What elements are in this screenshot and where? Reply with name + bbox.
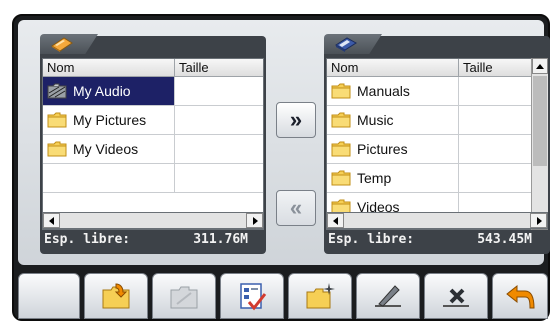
delete-button[interactable] xyxy=(424,273,488,319)
right-row-music[interactable]: Music xyxy=(327,106,547,135)
right-row-name-cell: Manuals xyxy=(327,77,459,105)
right-free-space: Esp. libre: 543.45M xyxy=(328,232,546,250)
left-row-size-cell xyxy=(175,164,263,192)
left-header-size[interactable]: Taille xyxy=(175,59,263,76)
file-manager-window: Nom Taille My Audio My Pictures My Video… xyxy=(12,14,550,321)
left-row-label: My Videos xyxy=(73,141,139,157)
select-all-button[interactable] xyxy=(220,273,284,319)
scroll-right-icon xyxy=(253,217,258,225)
select-all-icon xyxy=(240,283,267,311)
right-header-name[interactable]: Nom xyxy=(327,59,459,76)
copy-right-label: » xyxy=(289,107,303,132)
disk-icon xyxy=(335,37,357,52)
disabled-folder-icon xyxy=(170,286,198,309)
left-scroll-left-button[interactable] xyxy=(43,213,60,228)
move-up-folder-icon xyxy=(102,283,130,309)
left-free-value: 311.76M xyxy=(193,232,248,247)
right-row-manuals[interactable]: Manuals xyxy=(327,77,547,106)
right-row-label: Manuals xyxy=(357,83,410,99)
folder-icon xyxy=(331,170,351,186)
right-row-name-cell: Temp xyxy=(327,164,459,192)
left-row-name-cell: My Videos xyxy=(43,135,175,163)
folder-icon xyxy=(47,112,67,128)
bottom-toolbar xyxy=(18,271,548,319)
folder-icon xyxy=(47,141,67,157)
right-scroll-up-button[interactable] xyxy=(532,58,548,74)
right-file-list: Nom Taille Manuals Music Pictures Temp V… xyxy=(326,58,548,230)
memory-card-icon xyxy=(51,37,73,52)
scroll-left-icon xyxy=(49,217,54,225)
right-row-temp[interactable]: Temp xyxy=(327,164,547,193)
left-scroll-right-button[interactable] xyxy=(246,213,263,228)
left-row-label: My Pictures xyxy=(73,112,147,128)
right-free-value: 543.45M xyxy=(477,232,532,247)
back-arrow-icon xyxy=(506,284,535,309)
scroll-right-icon xyxy=(537,217,542,225)
right-vertical-scrollbar[interactable] xyxy=(531,58,548,230)
left-row-my-pictures[interactable]: My Pictures xyxy=(43,106,263,135)
copy-to-left-button[interactable]: « xyxy=(276,190,316,226)
scroll-left-icon xyxy=(333,217,338,225)
right-row-label: Pictures xyxy=(357,141,408,157)
workspace-background: Nom Taille My Audio My Pictures My Video… xyxy=(18,20,550,265)
scroll-up-icon xyxy=(536,64,544,69)
copy-to-right-button[interactable]: » xyxy=(276,102,316,138)
left-row-label: My Audio xyxy=(73,83,131,99)
folder-icon xyxy=(331,141,351,157)
left-row-name-cell xyxy=(43,164,175,192)
new-folder-icon xyxy=(306,283,335,309)
left-row-size-cell xyxy=(175,77,263,105)
rename-button[interactable] xyxy=(356,273,420,319)
left-free-label: Esp. libre: xyxy=(44,232,131,247)
delete-icon xyxy=(443,288,469,307)
rename-icon xyxy=(375,285,401,307)
right-file-panel: Nom Taille Manuals Music Pictures Temp V… xyxy=(324,34,550,254)
right-scroll-right-button[interactable] xyxy=(530,213,547,228)
left-panel-tab-strip xyxy=(40,34,266,56)
disabled-folder-button[interactable] xyxy=(152,273,216,319)
left-row-my-videos[interactable]: My Videos xyxy=(43,135,263,164)
left-horizontal-scrollbar[interactable] xyxy=(42,212,264,229)
toolbar-spacer xyxy=(18,273,80,319)
right-scroll-left-button[interactable] xyxy=(327,213,344,228)
right-row-label: Music xyxy=(357,112,394,128)
back-button[interactable] xyxy=(492,273,548,319)
left-row-empty xyxy=(43,164,263,193)
right-row-name-cell: Music xyxy=(327,106,459,134)
move-up-button[interactable] xyxy=(84,273,148,319)
right-list-header: Nom Taille xyxy=(327,59,547,77)
new-folder-button[interactable] xyxy=(288,273,352,319)
folder-icon xyxy=(331,112,351,128)
left-list-header: Nom Taille xyxy=(43,59,263,77)
left-row-name-cell: My Pictures xyxy=(43,106,175,134)
left-file-panel: Nom Taille My Audio My Pictures My Video… xyxy=(40,34,266,254)
right-row-pictures[interactable]: Pictures xyxy=(327,135,547,164)
folder-icon xyxy=(331,83,351,99)
left-file-list: Nom Taille My Audio My Pictures My Video… xyxy=(42,58,264,230)
right-panel-tab-strip xyxy=(324,34,550,56)
audio-folder-icon xyxy=(47,83,67,99)
right-horizontal-scrollbar[interactable] xyxy=(326,212,548,229)
right-row-label: Temp xyxy=(357,170,392,186)
right-free-label: Esp. libre: xyxy=(328,232,415,247)
right-row-name-cell: Pictures xyxy=(327,135,459,163)
left-header-name[interactable]: Nom xyxy=(43,59,175,76)
left-free-space: Esp. libre: 311.76M xyxy=(44,232,262,250)
right-scroll-thumb[interactable] xyxy=(533,76,547,166)
left-row-name-cell: My Audio xyxy=(43,77,175,105)
left-row-size-cell xyxy=(175,135,263,163)
left-row-my-audio[interactable]: My Audio xyxy=(43,77,263,106)
copy-left-label: « xyxy=(289,195,303,220)
left-row-size-cell xyxy=(175,106,263,134)
